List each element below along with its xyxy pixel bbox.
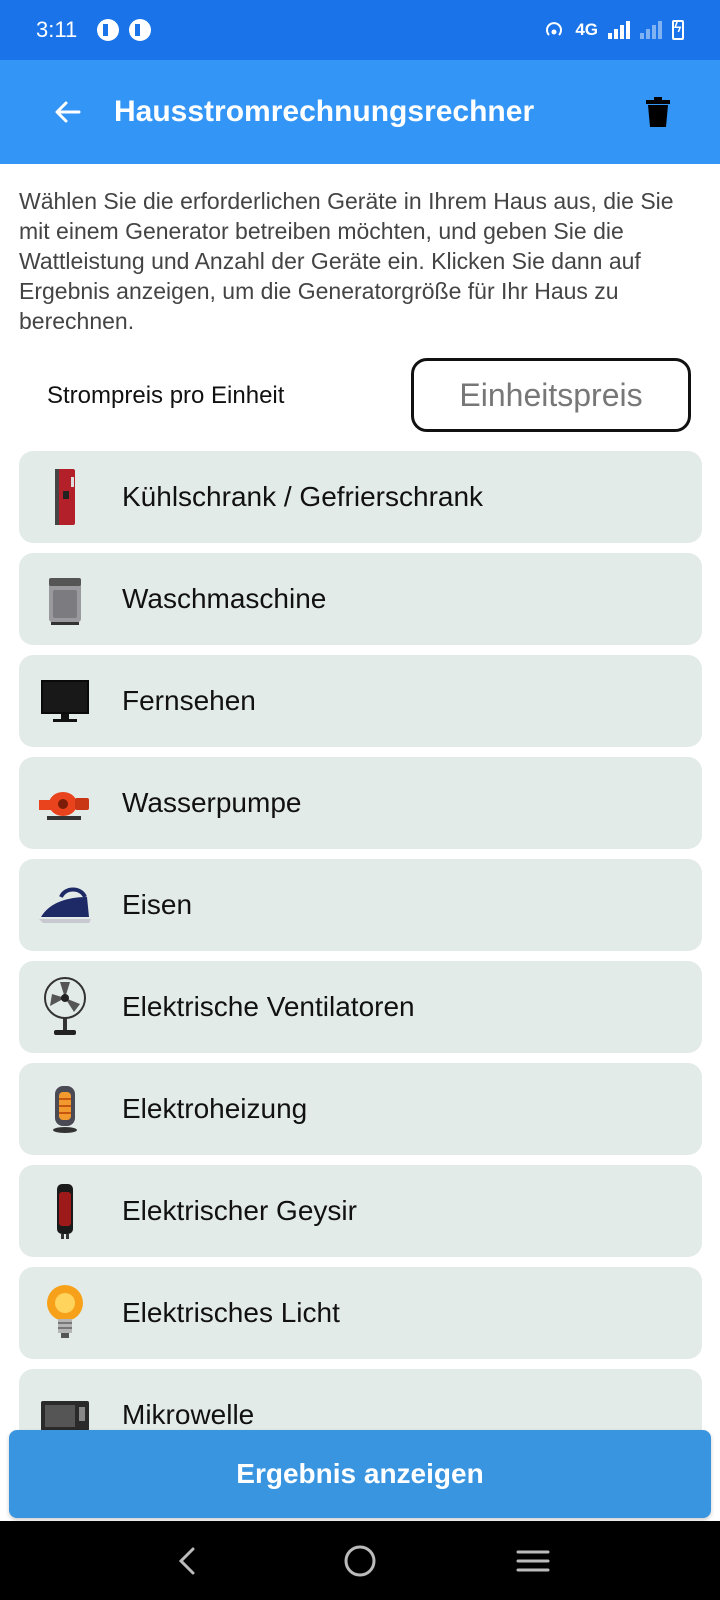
nav-recents-button[interactable] (503, 1531, 563, 1591)
back-button[interactable] (38, 82, 98, 142)
list-item-label: Elektrischer Geysir (122, 1195, 357, 1226)
list-item-tv[interactable]: Fernsehen (19, 655, 702, 747)
microwave-icon (35, 1385, 95, 1430)
home-circle-icon (344, 1545, 376, 1576)
signal-icon (608, 21, 630, 39)
trash-icon (646, 97, 670, 127)
list-item-label: Kühlschrank / Gefrierschrank (122, 481, 484, 512)
list-item-label: Waschmaschine (122, 583, 327, 614)
refrigerator-icon (35, 467, 95, 527)
list-item-heater[interactable]: Elektroheizung (19, 1063, 702, 1155)
iron-icon (35, 875, 95, 935)
appliance-list[interactable]: Kühlschrank / Gefrierschrank Waschmaschi… (19, 451, 702, 1430)
geyser-icon (35, 1181, 95, 1241)
app-bar: Hausstromrechnungsrechner (0, 60, 720, 164)
washing-machine-icon (35, 569, 95, 629)
menu-icon (516, 1550, 550, 1571)
list-item-label: Elektrische Ventilatoren (122, 991, 415, 1022)
light-bulb-icon (35, 1283, 95, 1343)
list-item-washing-machine[interactable]: Waschmaschine (19, 553, 702, 645)
battery-charging-icon (672, 19, 684, 40)
list-item-water-pump[interactable]: Wasserpumpe (19, 757, 702, 849)
notification-icon (129, 19, 152, 41)
tv-icon (35, 671, 95, 731)
nav-back-button[interactable] (157, 1531, 217, 1591)
signal-icon-sim2 (640, 21, 662, 39)
unit-price-input[interactable] (411, 358, 691, 432)
show-result-button[interactable]: Ergebnis anzeigen (9, 1430, 711, 1518)
unit-price-label: Strompreis pro Einheit (47, 382, 285, 409)
network-type: 4G (575, 20, 598, 39)
unit-price-row: Strompreis pro Einheit (0, 358, 720, 434)
status-bar: 3:11 4G (0, 0, 720, 60)
status-indicators: 4G (543, 19, 684, 41)
list-item-refrigerator[interactable]: Kühlschrank / Gefrierschrank (19, 451, 702, 543)
water-pump-icon (35, 773, 95, 833)
system-nav-bar (0, 1521, 720, 1600)
list-item-label: Elektroheizung (122, 1093, 308, 1124)
page-title: Hausstromrechnungsrechner (114, 95, 535, 128)
delete-button[interactable] (634, 88, 682, 136)
arrow-left-icon (55, 101, 81, 123)
list-item-fan[interactable]: Elektrische Ventilatoren (19, 961, 702, 1053)
status-time: 3:11 (36, 17, 78, 42)
list-item-label: Eisen (122, 889, 193, 920)
list-item-label: Wasserpumpe (122, 787, 302, 818)
list-item-label: Elektrisches Licht (122, 1297, 340, 1328)
list-item-label: Fernsehen (122, 685, 256, 716)
hotspot-icon (546, 22, 563, 36)
intro-text: Wählen Sie die erforderlichen Geräte in … (19, 188, 674, 334)
notification-icon (97, 19, 120, 41)
fan-icon (35, 977, 95, 1037)
list-item-microwave[interactable]: Mikrowelle (19, 1369, 702, 1430)
list-item-label: Mikrowelle (122, 1399, 255, 1430)
list-item-light[interactable]: Elektrisches Licht (19, 1267, 702, 1359)
nav-home-button[interactable] (330, 1531, 390, 1591)
list-item-geyser[interactable]: Elektrischer Geysir (19, 1165, 702, 1257)
notification-icons (97, 19, 152, 41)
list-item-iron[interactable]: Eisen (19, 859, 702, 951)
chevron-left-icon (178, 1547, 195, 1574)
heater-icon (35, 1079, 95, 1139)
